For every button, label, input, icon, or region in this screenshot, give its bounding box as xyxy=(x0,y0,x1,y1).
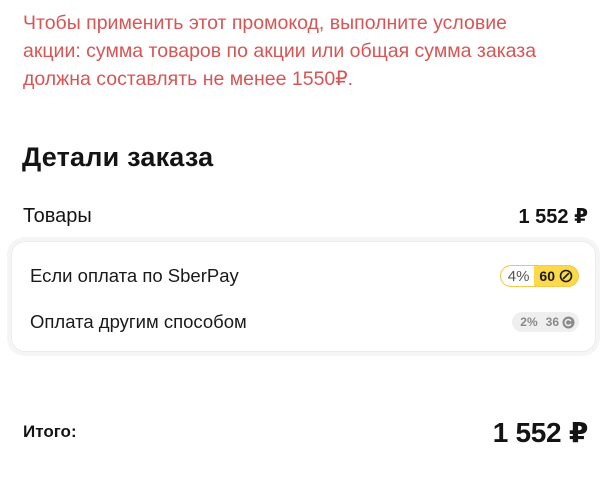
bonus-points: 36 xyxy=(545,315,559,329)
total-label: Итого: xyxy=(23,422,77,441)
other-payment-bonus-badge: 2% 36 xyxy=(512,312,579,332)
bonus-coin-icon xyxy=(559,269,573,283)
goods-label: Товары xyxy=(23,204,92,227)
total-row: Итого: 1 552 ₽ xyxy=(23,414,588,450)
bonus-points: 60 xyxy=(539,268,555,284)
promo-condition-warning: Чтобы применить этот промокод, выполните… xyxy=(23,12,537,90)
bonus-percent: 2% xyxy=(520,315,538,329)
bonus-percent: 4% xyxy=(500,266,535,286)
payment-option-label: Оплата другим способом xyxy=(30,311,247,332)
payment-option-sberpay: Если оплата по SberPay 4% 60 xyxy=(30,261,579,291)
order-details-title: Детали заказа xyxy=(22,142,214,172)
bonus-by-payment-card: Если оплата по SberPay 4% 60 Оплата друг… xyxy=(11,241,596,352)
sberpay-bonus-badge: 4% 60 xyxy=(499,265,579,287)
goods-row: Товары 1 552 ₽ xyxy=(23,201,588,231)
payment-option-other: Оплата другим способом 2% 36 xyxy=(30,307,579,337)
total-amount: 1 552 ₽ xyxy=(492,416,589,448)
bonus-coin-icon xyxy=(562,316,575,329)
goods-amount: 1 552 ₽ xyxy=(518,205,588,228)
payment-option-label: Если оплата по SberPay xyxy=(30,265,239,286)
order-details-screen: Чтобы применить этот промокод, выполните… xyxy=(0,0,610,500)
